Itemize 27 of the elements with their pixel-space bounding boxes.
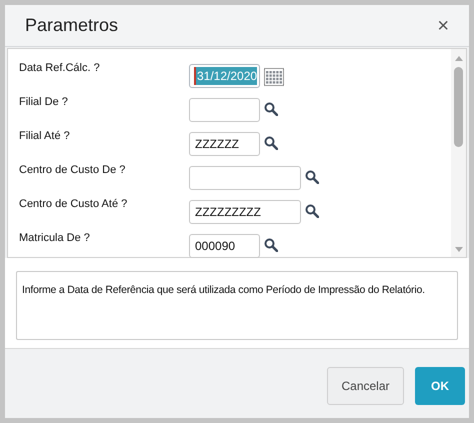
field-label: Filial Até ? [19, 129, 71, 144]
search-icon[interactable] [264, 238, 278, 252]
close-button[interactable]: × [437, 16, 449, 36]
search-icon[interactable] [264, 136, 278, 150]
field-value: 000090 [194, 238, 236, 255]
field-value: ZZZZZZ [194, 136, 239, 153]
field-value: 31/12/2020 [194, 67, 258, 85]
input-field[interactable]: 000090 [189, 234, 260, 258]
search-icon[interactable] [305, 204, 319, 218]
scrollbar[interactable] [451, 49, 466, 257]
cancel-button[interactable]: Cancelar [327, 366, 404, 404]
scroll-thumb[interactable] [454, 67, 463, 147]
dialog-title: Parametros [25, 14, 118, 37]
search-icon[interactable] [305, 170, 319, 184]
field-label: Filial De ? [19, 95, 69, 110]
field-label: Centro de Custo De ? [19, 163, 126, 178]
field-label: Centro de Custo Até ? [19, 197, 128, 212]
input-field[interactable]: ZZZZZZZZZ [189, 200, 301, 224]
input-field[interactable] [189, 98, 260, 122]
input-field[interactable] [189, 166, 301, 190]
field-label: Matricula De ? [19, 231, 91, 246]
help-text: Informe a Data de Referência que será utilizada como Período de Impressão do Relatório. [22, 284, 425, 296]
field-value: ZZZZZZZZZ [194, 204, 261, 221]
input-field[interactable]: ZZZZZZ [189, 132, 260, 156]
field-label: Data Ref.Cálc. ? [19, 61, 101, 76]
search-icon[interactable] [264, 102, 278, 116]
calendar-icon[interactable] [264, 68, 284, 86]
